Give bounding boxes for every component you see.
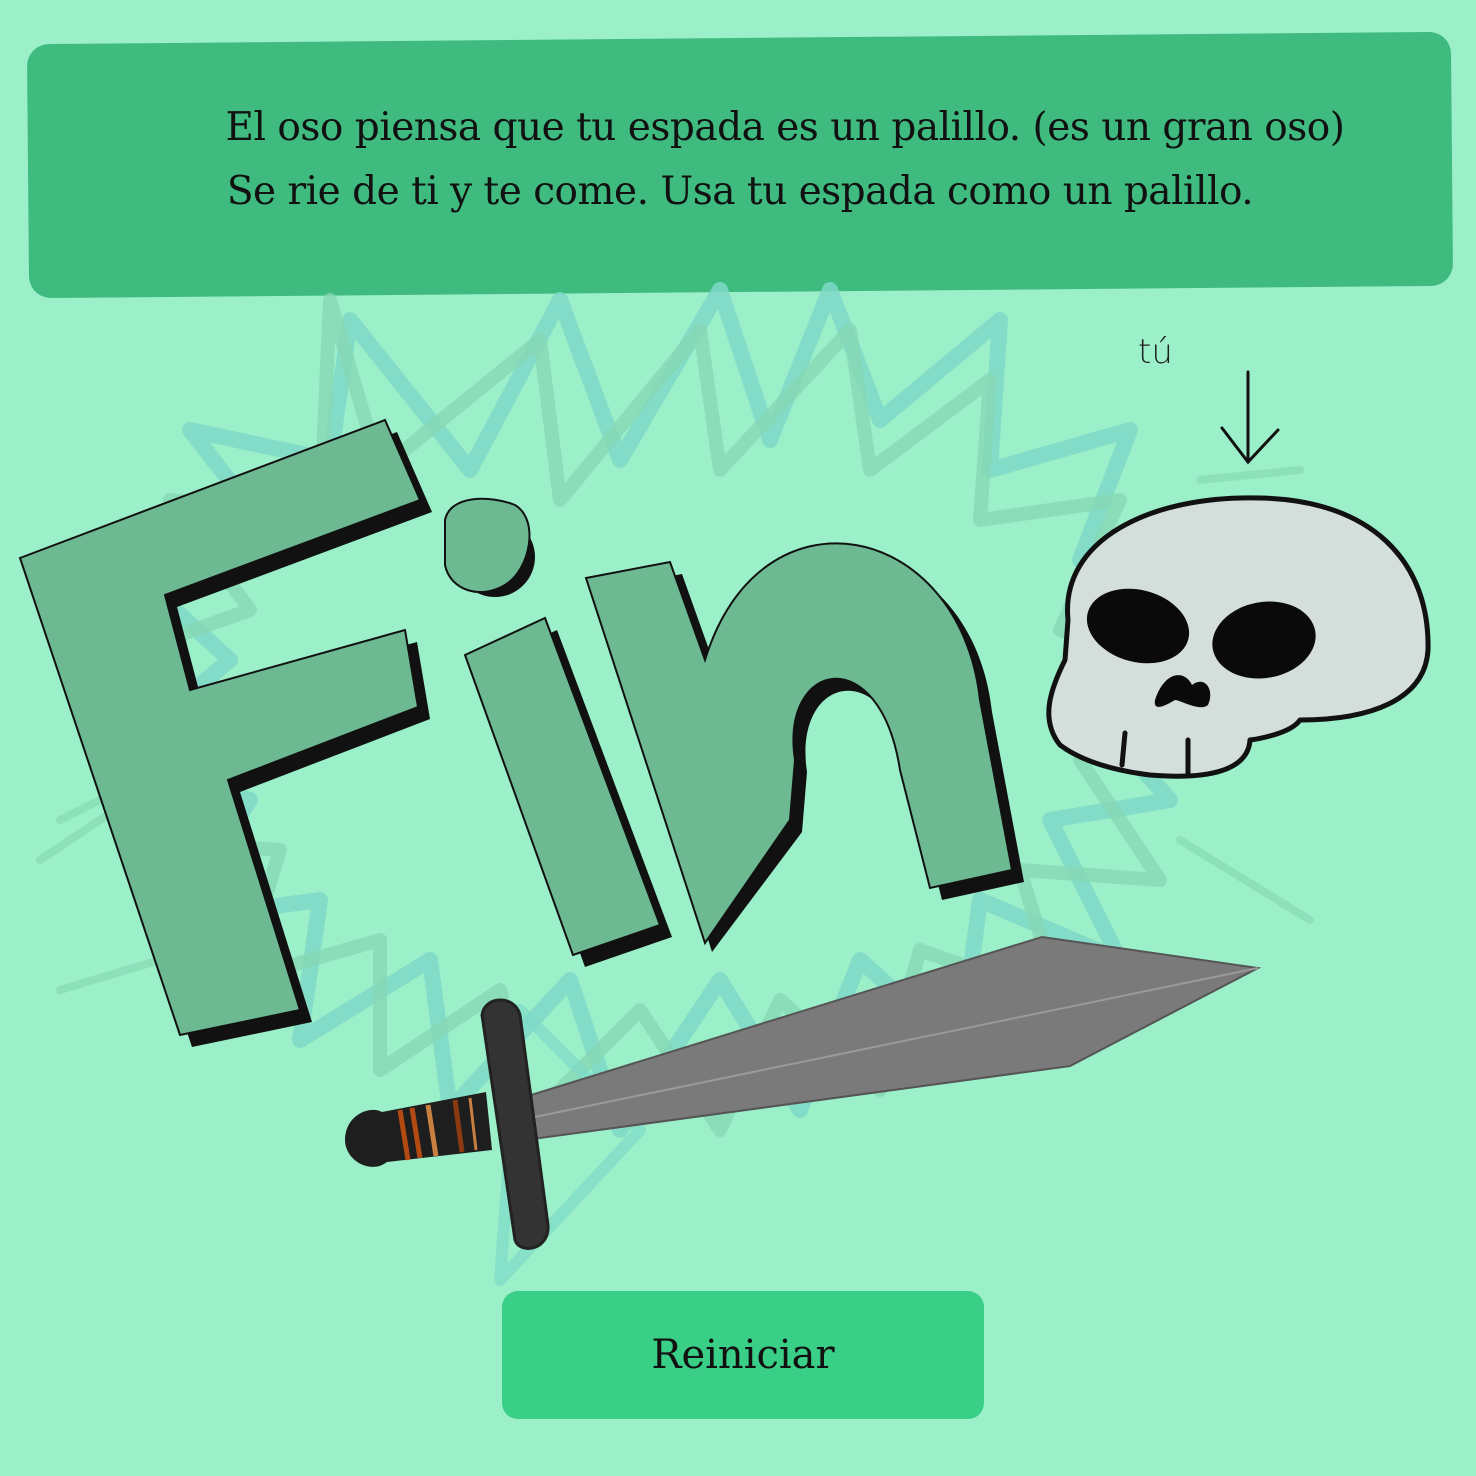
you-annotation: tú xyxy=(1138,332,1173,372)
skull-icon xyxy=(1046,495,1431,779)
sword-icon xyxy=(345,935,1262,1250)
restart-button[interactable]: Reiniciar xyxy=(502,1291,984,1419)
game-over-illustration xyxy=(18,282,1431,1286)
down-arrow-icon xyxy=(1220,370,1280,465)
fin-letters xyxy=(18,418,1024,1047)
game-screen: El oso piensa que tu espada es un palill… xyxy=(0,0,1476,1476)
